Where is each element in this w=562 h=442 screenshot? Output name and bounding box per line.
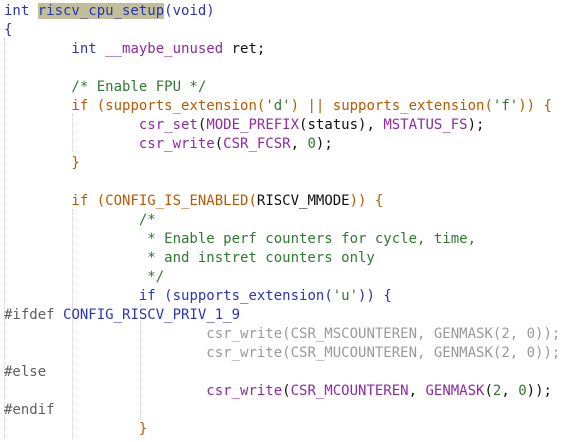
code-line[interactable]: csr_write(CSR_MUCOUNTEREN, GENMASK(2, 0)…: [4, 344, 560, 363]
code-token: CONFIG_IS_ENABLED: [105, 193, 249, 209]
code-line[interactable]: int __maybe_unused ret;: [4, 40, 265, 59]
code-token: );: [467, 117, 485, 133]
code-line[interactable]: }: [4, 420, 147, 439]
code-token: }: [4, 155, 80, 171]
code-line[interactable]: #endif: [4, 401, 55, 420]
code-token: (: [96, 98, 106, 114]
code-token: if: [4, 98, 97, 114]
code-token: (2, 0));: [492, 345, 561, 361]
code-token: supports_extension: [332, 98, 485, 114]
code-token: MSTATUS_FS: [383, 117, 468, 133]
code-token: csr_write: [138, 136, 215, 152]
code-token: 0: [518, 383, 527, 399]
code-token: 'd': [265, 98, 291, 114]
code-token: 'f': [492, 98, 519, 114]
code-token: )) {: [518, 98, 552, 114]
code-token: CONFIG_RISCV_PRIV_1_9: [63, 307, 241, 323]
code-token: {: [4, 22, 13, 38]
code-token: /* Enable FPU */: [4, 79, 207, 95]
code-token: #endif: [4, 402, 55, 418]
code-line[interactable]: */: [4, 268, 164, 287]
code-token: )) {: [349, 193, 384, 209]
code-token: if: [4, 193, 97, 209]
code-token: supports_extension: [172, 288, 325, 304]
code-token: 0: [307, 136, 316, 152]
code-line[interactable]: csr_write(CSR_MSCOUNTEREN, GENMASK(2, 0)…: [4, 325, 560, 344]
code-line[interactable]: {: [4, 21, 12, 40]
code-token: csr_write: [206, 345, 283, 361]
code-token: * Enable perf counters for cycle, time,: [4, 231, 477, 247]
code-line[interactable]: if (CONFIG_IS_ENABLED(RISCV_MMODE)) {: [4, 192, 383, 211]
code-token: GENMASK: [433, 345, 493, 361]
code-token: (void): [164, 3, 215, 19]
code-line[interactable]: csr_write(CSR_FCSR, 0);: [4, 135, 333, 154]
code-editor[interactable]: int riscv_cpu_setup(void){ int __maybe_u…: [0, 0, 562, 442]
code-token: if: [4, 288, 165, 304]
code-token: (CSR_MUCOUNTEREN,: [282, 345, 434, 361]
code-line[interactable]: csr_write(CSR_MCOUNTEREN, GENMASK(2, 0))…: [4, 382, 552, 401]
code-token: (: [248, 193, 257, 209]
code-line[interactable]: * and instret counters only: [4, 249, 375, 268]
code-token: )) {: [358, 288, 392, 304]
code-token: ,: [408, 383, 426, 399]
code-line[interactable]: /*: [4, 211, 156, 230]
code-token: ,: [501, 383, 519, 399]
code-token: (status),: [299, 117, 384, 133]
code-token: GENMASK: [425, 383, 485, 399]
code-token: */: [4, 269, 165, 285]
code-line[interactable]: int riscv_cpu_setup(void): [4, 2, 215, 21]
code-token: csr_set: [138, 117, 198, 133]
code-token: * and instret counters only: [4, 250, 375, 266]
code-token: ,: [290, 136, 308, 152]
code-line[interactable]: #else: [4, 363, 46, 382]
code-token: ret;: [223, 41, 266, 57]
code-line[interactable]: if (supports_extension('u')) {: [4, 287, 392, 306]
code-token: (: [324, 288, 333, 304]
code-line[interactable]: }: [4, 154, 80, 173]
code-token: (: [484, 98, 493, 114]
code-token: CSR_FCSR: [223, 136, 291, 152]
code-line[interactable]: #ifdef CONFIG_RISCV_PRIV_1_9: [4, 306, 240, 325]
code-token: csr_write: [206, 383, 283, 399]
code-token: MODE_PREFIX: [206, 117, 300, 133]
code-token: ) ||: [290, 98, 333, 114]
code-line[interactable]: * Enable perf counters for cycle, time,: [4, 230, 476, 249]
code-token: /*: [4, 212, 156, 228]
code-token: ));: [526, 383, 552, 399]
code-token: (: [282, 383, 291, 399]
code-token: (CSR_MSCOUNTEREN,: [282, 326, 434, 342]
code-token: GENMASK: [433, 326, 493, 342]
code-token: (: [96, 193, 106, 209]
code-token: (: [164, 288, 173, 304]
code-line[interactable]: if (supports_extension('d') || supports_…: [4, 97, 552, 116]
code-token: int: [4, 3, 38, 19]
code-line[interactable]: /* Enable FPU */: [4, 78, 206, 97]
code-token: supports_extension: [105, 98, 257, 114]
code-token: );: [315, 136, 333, 152]
code-token: CSR_MCOUNTEREN: [290, 383, 409, 399]
code-line[interactable]: csr_set(MODE_PREFIX(status), MSTATUS_FS)…: [4, 116, 485, 135]
code-token: 'u': [332, 288, 359, 304]
code-token: #else: [4, 364, 47, 380]
code-token: (2, 0));: [492, 326, 561, 342]
code-token: csr_write: [206, 326, 283, 342]
code-token: __maybe_unused: [105, 41, 224, 57]
code-token: RISCV_MMODE: [256, 193, 350, 209]
code-token: (: [484, 383, 493, 399]
code-token: riscv_cpu_setup: [37, 3, 165, 19]
code-token: #ifdef: [4, 307, 64, 323]
code-token: (: [214, 136, 224, 152]
code-token: int: [4, 41, 106, 57]
code-token: }: [4, 421, 148, 437]
